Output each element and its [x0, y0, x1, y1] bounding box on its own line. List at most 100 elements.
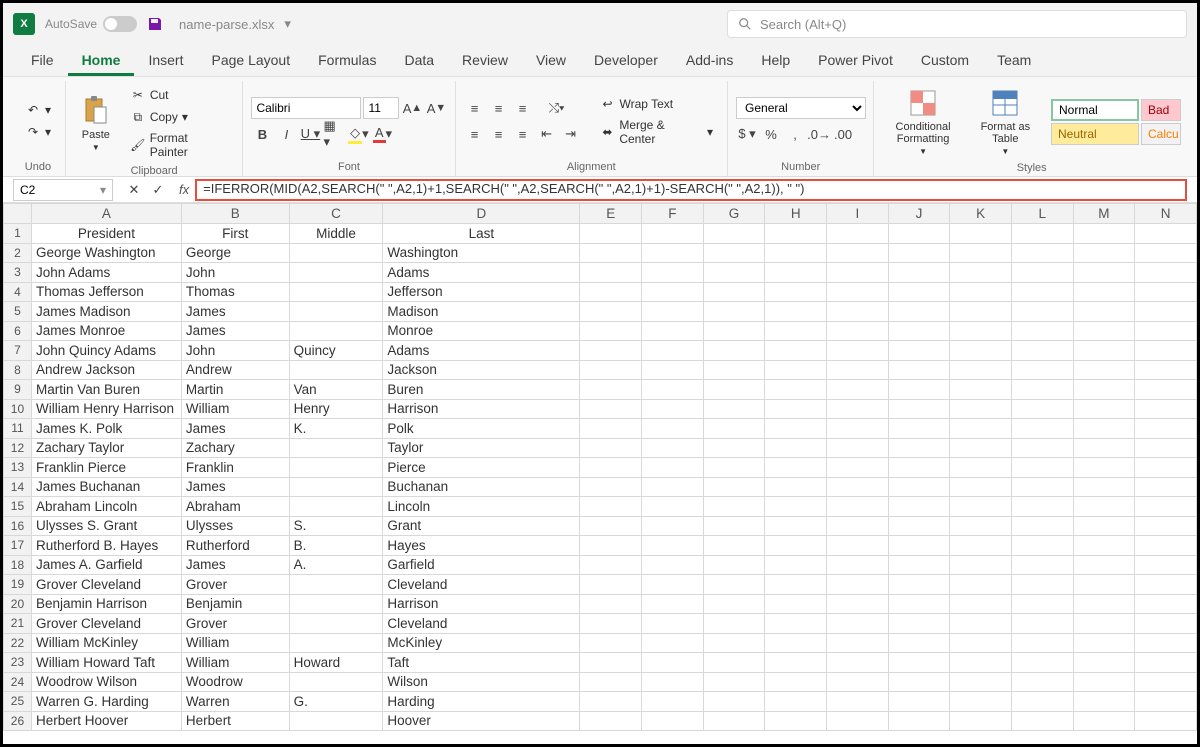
cell[interactable] [580, 321, 642, 341]
cell[interactable] [827, 575, 889, 595]
style-calc[interactable]: Calcu [1141, 123, 1181, 145]
cell[interactable] [1011, 380, 1073, 400]
cell[interactable]: John [181, 341, 289, 361]
cell[interactable] [827, 458, 889, 478]
cell[interactable] [1073, 282, 1135, 302]
tab-file[interactable]: File [17, 46, 68, 76]
cell[interactable] [580, 497, 642, 517]
cell[interactable] [289, 321, 383, 341]
cell[interactable] [950, 399, 1012, 419]
cell[interactable] [580, 614, 642, 634]
cell[interactable]: Herbert Hoover [31, 711, 181, 731]
row-header[interactable]: 13 [4, 458, 32, 478]
cell[interactable] [642, 224, 704, 244]
decrease-indent-icon[interactable]: ⇤ [536, 123, 558, 145]
orientation-icon[interactable]: ⤭▾ [546, 97, 568, 119]
cell[interactable] [827, 282, 889, 302]
cell[interactable] [827, 614, 889, 634]
cell[interactable] [1011, 360, 1073, 380]
cancel-formula-icon[interactable]: ✕ [123, 179, 145, 201]
cell[interactable] [950, 633, 1012, 653]
italic-button[interactable]: I [275, 123, 297, 145]
col-header-I[interactable]: I [827, 204, 889, 224]
col-header-B[interactable]: B [181, 204, 289, 224]
tab-power-pivot[interactable]: Power Pivot [804, 46, 907, 76]
tab-review[interactable]: Review [448, 46, 522, 76]
cell[interactable] [765, 614, 827, 634]
file-name[interactable]: name-parse.xlsx [179, 17, 274, 32]
col-header-A[interactable]: A [31, 204, 181, 224]
cell[interactable]: Harrison [383, 594, 580, 614]
cell[interactable] [765, 360, 827, 380]
cell[interactable] [580, 633, 642, 653]
cell[interactable] [703, 555, 765, 575]
cell[interactable] [765, 516, 827, 536]
cell[interactable] [1073, 614, 1135, 634]
cell[interactable]: McKinley [383, 633, 580, 653]
cell[interactable] [827, 555, 889, 575]
cell[interactable] [703, 458, 765, 478]
cell[interactable] [827, 399, 889, 419]
cell[interactable] [1011, 555, 1073, 575]
cell[interactable]: William Howard Taft [31, 653, 181, 673]
row-header[interactable]: 7 [4, 341, 32, 361]
increase-font-icon[interactable]: A▲ [401, 97, 423, 119]
cell[interactable]: Buren [383, 380, 580, 400]
format-as-table-button[interactable]: Format as Table▼ [970, 85, 1041, 158]
cell[interactable] [1011, 477, 1073, 497]
align-top-icon[interactable]: ≡ [464, 97, 486, 119]
cell[interactable] [642, 360, 704, 380]
cell[interactable] [950, 282, 1012, 302]
col-header-H[interactable]: H [765, 204, 827, 224]
cell[interactable] [580, 555, 642, 575]
cell[interactable] [642, 477, 704, 497]
cell[interactable]: Andrew [181, 360, 289, 380]
tab-help[interactable]: Help [747, 46, 804, 76]
cell[interactable]: Cleveland [383, 575, 580, 595]
fx-icon[interactable]: fx [173, 182, 195, 197]
cell[interactable] [888, 575, 950, 595]
cell[interactable] [1011, 224, 1073, 244]
cell[interactable] [1011, 341, 1073, 361]
col-header-F[interactable]: F [642, 204, 704, 224]
cell[interactable]: K. [289, 419, 383, 439]
font-name-combo[interactable] [251, 97, 361, 119]
cell[interactable] [765, 419, 827, 439]
cell[interactable] [703, 419, 765, 439]
cell[interactable] [1073, 594, 1135, 614]
cell[interactable] [642, 711, 704, 731]
cell[interactable] [1011, 243, 1073, 263]
cell[interactable] [580, 594, 642, 614]
cell[interactable]: Grover [181, 575, 289, 595]
cell[interactable]: Warren G. Harding [31, 692, 181, 712]
cell[interactable] [765, 399, 827, 419]
cell[interactable] [1011, 282, 1073, 302]
cell[interactable]: John Adams [31, 263, 181, 283]
cell[interactable] [827, 653, 889, 673]
col-header-J[interactable]: J [888, 204, 950, 224]
cell[interactable] [1073, 672, 1135, 692]
cell[interactable] [642, 399, 704, 419]
cell[interactable]: Benjamin Harrison [31, 594, 181, 614]
cell[interactable] [950, 594, 1012, 614]
cell[interactable] [827, 263, 889, 283]
chevron-down-icon[interactable]: ▾ [100, 183, 106, 197]
cell[interactable] [1011, 458, 1073, 478]
cell[interactable]: G. [289, 692, 383, 712]
cell[interactable] [765, 477, 827, 497]
decrease-font-icon[interactable]: A▼ [425, 97, 447, 119]
cell[interactable]: Monroe [383, 321, 580, 341]
cell[interactable]: James [181, 419, 289, 439]
cell[interactable] [580, 477, 642, 497]
cell[interactable] [1011, 399, 1073, 419]
cell[interactable] [888, 711, 950, 731]
cell[interactable] [1011, 633, 1073, 653]
cell[interactable] [827, 672, 889, 692]
row-header[interactable]: 3 [4, 263, 32, 283]
cell[interactable] [888, 399, 950, 419]
cell[interactable] [1073, 341, 1135, 361]
cell[interactable] [765, 243, 827, 263]
cell[interactable] [765, 672, 827, 692]
cell[interactable] [950, 224, 1012, 244]
cell[interactable]: Pierce [383, 458, 580, 478]
